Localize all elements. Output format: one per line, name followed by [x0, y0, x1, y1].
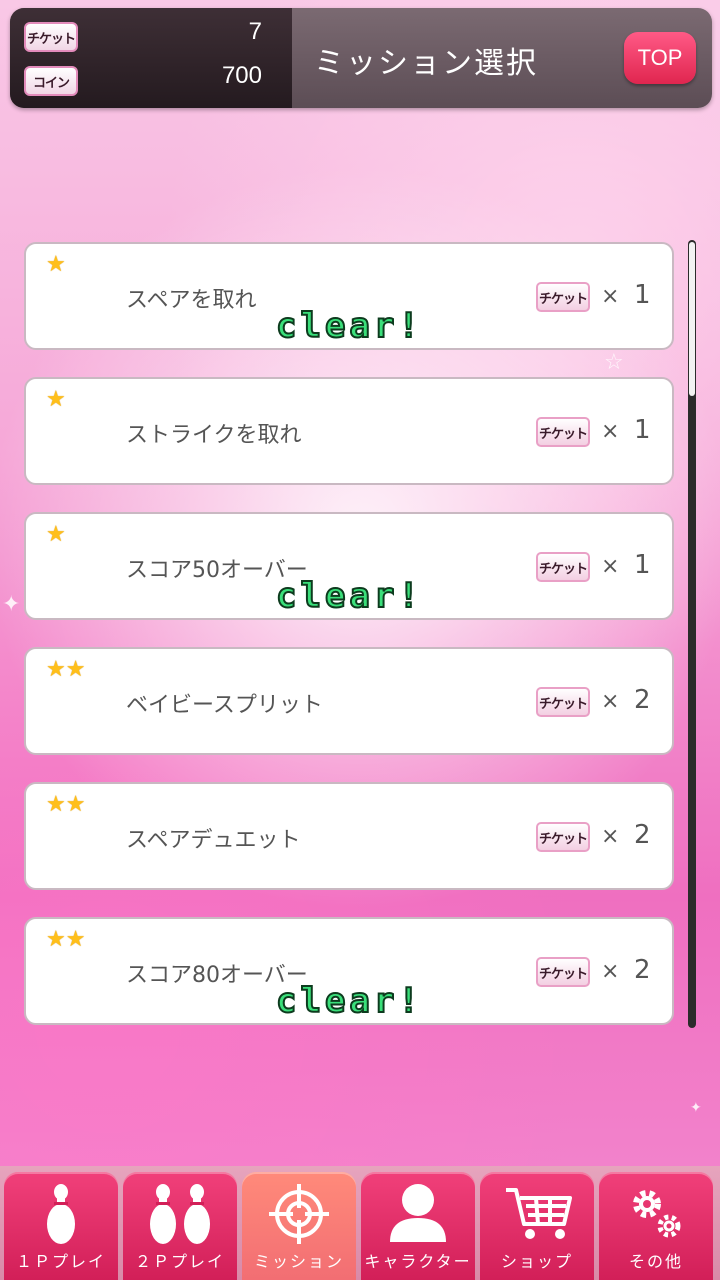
wallet-panel: チケット 7 コイン 700	[10, 8, 292, 108]
clear-status: clear!	[275, 575, 423, 617]
star-icon: ★★	[46, 657, 86, 682]
nav-other-button[interactable]: その他	[599, 1172, 713, 1280]
ticket-icon: チケット	[536, 417, 590, 447]
difficulty-stars: ★★	[46, 794, 85, 816]
ticket-row: チケット 7	[24, 16, 276, 56]
nav-label: その他	[628, 1252, 683, 1271]
sparkle-icon: ✦	[2, 592, 21, 617]
coin-row: コイン 700	[24, 60, 276, 100]
ticket-icon: チケット	[536, 282, 590, 312]
scrollbar[interactable]	[688, 240, 696, 1028]
ticket-icon: チケット	[536, 552, 590, 582]
star-icon: ★	[46, 522, 66, 547]
nav-character-button[interactable]: キャラクター	[361, 1172, 475, 1280]
difficulty-stars: ★★	[46, 929, 85, 951]
coin-icon: コイン	[24, 66, 78, 96]
cart-icon	[506, 1188, 572, 1239]
nav-shop-button[interactable]: ショップ	[480, 1172, 594, 1280]
mission-name: ベイビースプリット	[126, 693, 323, 718]
star-icon: ★	[46, 252, 66, 277]
nav-label: ２Ｐプレイ	[134, 1252, 225, 1271]
crosshair-icon	[269, 1184, 329, 1244]
mission-name: スペアを取れ	[126, 288, 257, 313]
reward-multiplier: ×	[601, 419, 620, 444]
reward-quantity: 1	[634, 550, 651, 580]
mission-name: スペアデュエット	[126, 828, 301, 853]
reward-quantity: 1	[634, 415, 651, 445]
reward-quantity: 2	[634, 955, 651, 985]
sparkle-icon: ✦	[690, 1100, 702, 1116]
bottom-nav: １Ｐプレイ ２Ｐプレイ ミッション キャラクター ショップ その他	[0, 1166, 720, 1280]
mission-card[interactable]: ★ スコア50オーバー チケット × 1 clear!	[24, 512, 674, 620]
mission-name: ストライクを取れ	[126, 423, 302, 448]
difficulty-stars: ★	[46, 524, 66, 546]
difficulty-stars: ★	[46, 389, 66, 411]
reward-quantity: 2	[634, 685, 651, 715]
ticket-icon: チケット	[536, 957, 590, 987]
mission-card[interactable]: ★★ ベイビースプリット チケット × 2	[24, 647, 674, 755]
person-icon	[390, 1184, 446, 1242]
nav-label: ショップ	[500, 1252, 573, 1271]
mission-card[interactable]: ★★ スコア80オーバー チケット × 2 clear!	[24, 917, 674, 1025]
reward-quantity: 1	[634, 280, 651, 310]
sparkle-icon: ☆	[604, 350, 624, 375]
coin-count: 700	[221, 62, 262, 89]
mission-card[interactable]: ★ スペアを取れ チケット × 1 clear!	[24, 242, 674, 350]
nav-label: ミッション	[253, 1252, 344, 1271]
reward-multiplier: ×	[601, 959, 620, 984]
star-icon: ★★	[46, 792, 86, 817]
ticket-icon: チケット	[24, 22, 78, 52]
top-button[interactable]: TOP	[624, 32, 696, 84]
reward-multiplier: ×	[601, 554, 620, 579]
reward-multiplier: ×	[601, 284, 620, 309]
clear-status: clear!	[275, 980, 423, 1022]
ticket-icon: チケット	[536, 822, 590, 852]
star-icon: ★	[46, 387, 66, 412]
nav-1p-play-button[interactable]: １Ｐプレイ	[4, 1172, 118, 1280]
mission-card[interactable]: ★★ スペアデュエット チケット × 2	[24, 782, 674, 890]
header-bar: チケット 7 コイン 700 ミッション選択 TOP	[10, 8, 712, 108]
clear-status: clear!	[275, 305, 423, 347]
two-pins-icon	[150, 1184, 210, 1244]
bowling-pin-icon	[47, 1184, 75, 1244]
reward-multiplier: ×	[601, 824, 620, 849]
ticket-icon: チケット	[536, 687, 590, 717]
nav-label: キャラクター	[364, 1252, 472, 1271]
star-icon: ★★	[46, 927, 86, 952]
nav-label: １Ｐプレイ	[15, 1252, 106, 1271]
mission-card[interactable]: ★ ストライクを取れ チケット × 1	[24, 377, 674, 485]
scrollbar-thumb[interactable]	[689, 242, 695, 396]
reward-multiplier: ×	[601, 689, 620, 714]
page-title: ミッション選択	[314, 46, 538, 81]
gear-icon	[633, 1190, 681, 1238]
nav-mission-button[interactable]: ミッション	[242, 1172, 356, 1280]
nav-2p-play-button[interactable]: ２Ｐプレイ	[123, 1172, 237, 1280]
difficulty-stars: ★★	[46, 659, 85, 681]
reward-quantity: 2	[634, 820, 651, 850]
difficulty-stars: ★	[46, 254, 66, 276]
ticket-count: 7	[248, 18, 262, 45]
